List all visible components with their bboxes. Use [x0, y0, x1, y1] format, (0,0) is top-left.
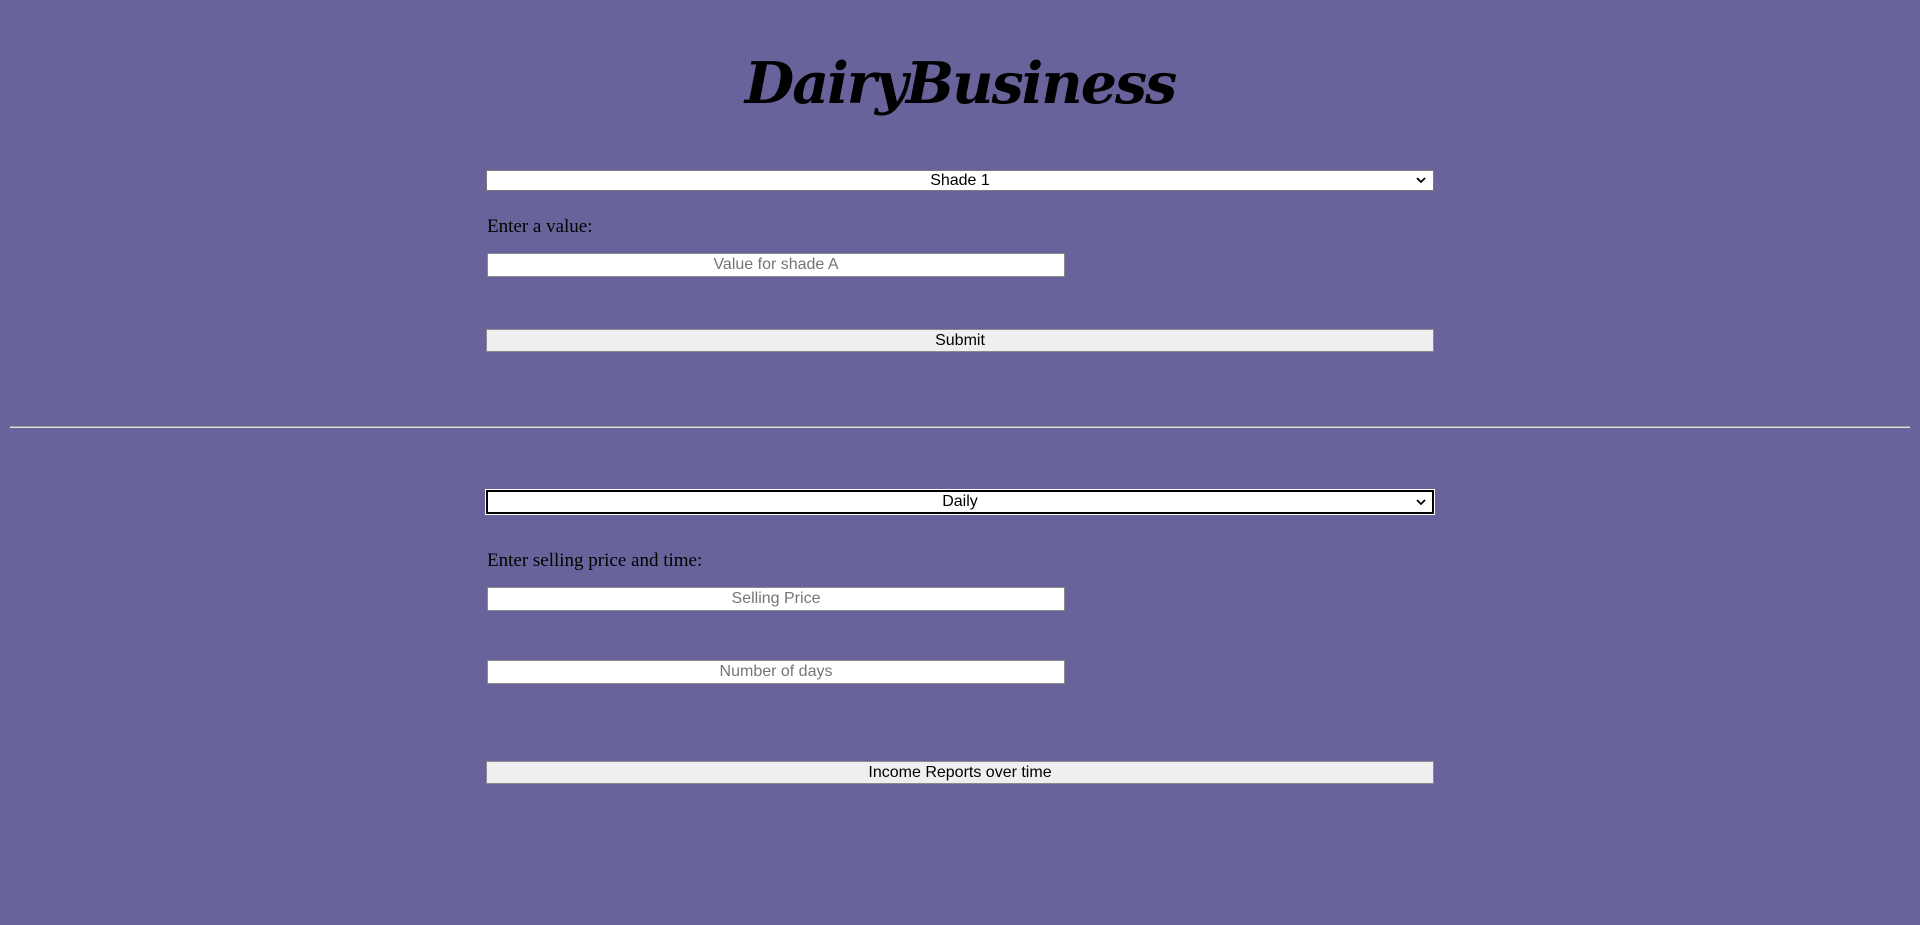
period-select[interactable]: Daily [485, 489, 1435, 515]
shade-value-input[interactable] [487, 253, 1065, 277]
selling-price-input[interactable] [487, 587, 1065, 611]
shade-value-label: Enter a value: [487, 216, 593, 237]
period-select-value: Daily [942, 493, 978, 510]
number-of-days-input[interactable] [487, 660, 1065, 684]
chevron-down-icon [1416, 499, 1426, 506]
section-divider [10, 426, 1910, 428]
chevron-down-icon [1416, 177, 1426, 184]
submit-button[interactable]: Submit [486, 329, 1434, 352]
shade-select-value: Shade 1 [930, 172, 990, 189]
app-title: DairyBusiness [744, 50, 1177, 117]
price-time-label: Enter selling price and time: [487, 550, 703, 571]
shade-select[interactable]: Shade 1 [486, 170, 1434, 191]
income-reports-button[interactable]: Income Reports over time [486, 761, 1434, 784]
